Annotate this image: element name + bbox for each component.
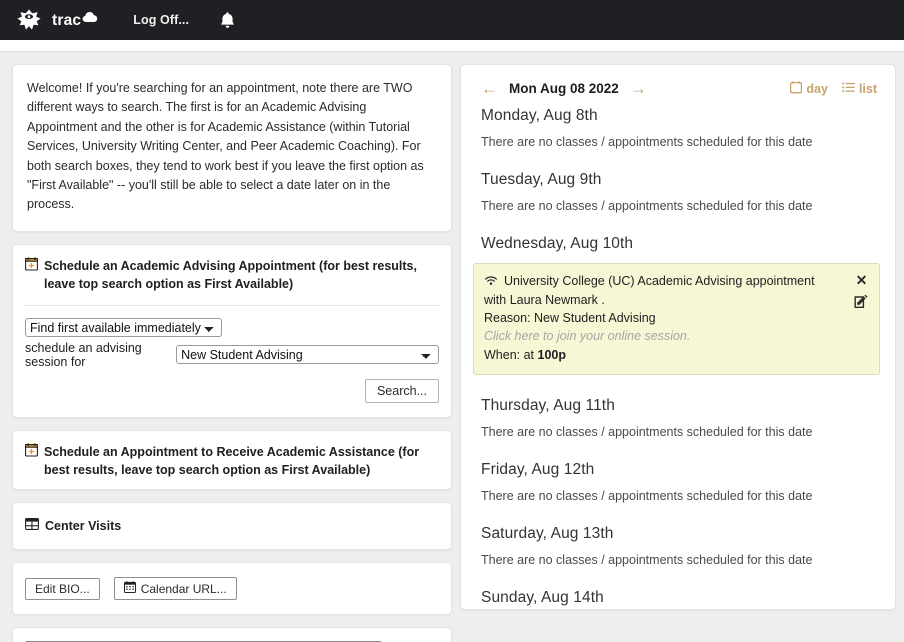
- calendar-card: ← Mon Aug 08 2022 → day list Monday, Aug…: [460, 64, 896, 610]
- welcome-card: Welcome! If you're searching for an appo…: [12, 64, 452, 232]
- time-check-card: Week & Semester Time Check for Tutoring …: [12, 627, 452, 642]
- day-heading: Monday, Aug 8th: [481, 107, 598, 124]
- cloud-icon: [82, 10, 99, 28]
- view-day-button[interactable]: day: [790, 80, 828, 97]
- day-block-tuesday: Tuesday, Aug 9th There are no classes / …: [471, 171, 881, 213]
- calendar-url-label: Calendar URL...: [140, 581, 227, 596]
- header-divider-strip: [0, 40, 904, 52]
- welcome-text: Welcome! If you're searching for an appo…: [27, 81, 424, 212]
- advising-panel-header: Schedule an Academic Advising Appointmen…: [13, 245, 451, 303]
- day-empty-note: There are no classes / appointments sche…: [481, 488, 813, 503]
- appointment-when-time: 100p: [537, 347, 567, 362]
- bell-icon[interactable]: [219, 11, 236, 30]
- day-block-thursday: Thursday, Aug 11th There are no classes …: [471, 397, 881, 439]
- day-heading: Saturday, Aug 13th: [481, 524, 614, 542]
- brand[interactable]: trac: [52, 10, 99, 30]
- center-visits-title: Center Visits: [45, 519, 122, 534]
- day-heading: Tuesday, Aug 9th: [481, 171, 602, 188]
- calendar-plus-icon: [25, 257, 38, 276]
- trac-star-figure-logo[interactable]: [16, 7, 42, 33]
- academic-assistance-panel[interactable]: Schedule an Appointment to Receive Acade…: [12, 429, 452, 491]
- day-empty-note: There are no classes / appointments sche…: [481, 199, 813, 213]
- logoff-link[interactable]: Log Off...: [133, 13, 189, 27]
- appointment-reason: Reason: New Student Advising: [484, 311, 656, 326]
- right-column: ← Mon Aug 08 2022 → day list Monday, Aug…: [460, 64, 896, 641]
- edit-bio-label: Edit BIO...: [35, 581, 90, 596]
- calendar-day-icon: [790, 80, 803, 97]
- list-icon: [842, 82, 855, 96]
- arrow-left-icon[interactable]: ←: [479, 80, 500, 97]
- appointment-with: with Laura Newmark .: [484, 293, 605, 308]
- advising-panel-body: Find first available immediately schedul…: [13, 306, 451, 417]
- calendar-toolbar: ← Mon Aug 08 2022 → day list: [471, 77, 881, 97]
- edit-icon[interactable]: [854, 294, 869, 313]
- appointment-actions: ✕: [846, 272, 869, 364]
- advising-appointment-panel: Schedule an Academic Advising Appointmen…: [12, 243, 452, 418]
- day-empty-note: There are no classes / appointments sche…: [481, 135, 813, 149]
- day-empty-note: There are no classes / appointments sche…: [481, 424, 813, 439]
- assistance-panel-title: Schedule an Appointment to Receive Acade…: [44, 444, 420, 477]
- table-grid-icon: [25, 517, 39, 535]
- left-column: Welcome! If you're searching for an appo…: [12, 64, 452, 642]
- day-heading: Wednesday, Aug 10th: [481, 235, 634, 252]
- appointment-when: When: at 100p: [484, 346, 846, 364]
- calendar-current-date: Mon Aug 08 2022: [509, 81, 619, 96]
- appointment-card[interactable]: University College (UC) Academic Advisin…: [473, 263, 880, 375]
- calendar-plus-icon: [25, 443, 38, 462]
- day-block-saturday: Saturday, Aug 13th There are no classes …: [471, 525, 881, 567]
- availability-select[interactable]: Find first available immediately: [25, 317, 222, 337]
- appointment-details: University College (UC) Academic Advisin…: [484, 272, 846, 364]
- calendar-view-toggle: day list: [790, 80, 877, 97]
- day-block-monday: Monday, Aug 8th There are no classes / a…: [471, 107, 881, 149]
- day-heading: Friday, Aug 12th: [481, 460, 595, 478]
- day-heading: Sunday, Aug 14th: [481, 588, 604, 606]
- appointment-when-prefix: When: at: [484, 347, 538, 362]
- appointment-title: University College (UC) Academic Advisin…: [504, 274, 815, 288]
- day-block-sunday: Sunday, Aug 14th There are no classes / …: [471, 588, 881, 609]
- action-buttons-card: Edit BIO... Calendar URL...: [12, 562, 452, 616]
- center-visits-panel[interactable]: Center Visits: [12, 502, 452, 551]
- action-buttons-row: Edit BIO... Calendar URL...: [13, 563, 451, 614]
- close-icon[interactable]: ✕: [856, 273, 868, 287]
- view-list-button[interactable]: list: [842, 82, 877, 96]
- calendar-url-button[interactable]: Calendar URL...: [113, 577, 237, 601]
- wifi-icon: [484, 272, 498, 291]
- join-session-link[interactable]: Click here to join your online session.: [484, 327, 846, 345]
- day-block-friday: Friday, Aug 12th There are no classes / …: [471, 461, 881, 503]
- session-for-label: schedule an advising session for: [25, 340, 142, 369]
- time-check-buttons: Week & Semester Time Check for Tutoring …: [13, 628, 451, 642]
- day-heading: Thursday, Aug 11th: [481, 396, 615, 414]
- day-block-wednesday: Wednesday, Aug 10th University College (…: [471, 235, 881, 375]
- page-body: Welcome! If you're searching for an appo…: [0, 52, 904, 642]
- brand-label: trac: [52, 12, 82, 29]
- day-empty-note: There are no classes / appointments sche…: [481, 552, 813, 567]
- advising-panel-title: Schedule an Academic Advising Appointmen…: [44, 258, 417, 291]
- top-navbar: trac Log Off...: [0, 0, 904, 40]
- view-day-label: day: [806, 81, 828, 96]
- search-button[interactable]: Search...: [364, 378, 439, 403]
- view-list-label: list: [858, 81, 877, 96]
- advising-reason-select[interactable]: New Student Advising: [176, 345, 439, 365]
- center-visits-header: Center Visits: [13, 503, 451, 549]
- edit-bio-button[interactable]: Edit BIO...: [25, 577, 100, 600]
- calendar-icon: [123, 581, 136, 596]
- assistance-panel-header: Schedule an Appointment to Receive Acade…: [13, 431, 451, 489]
- arrow-right-icon[interactable]: →: [628, 80, 649, 97]
